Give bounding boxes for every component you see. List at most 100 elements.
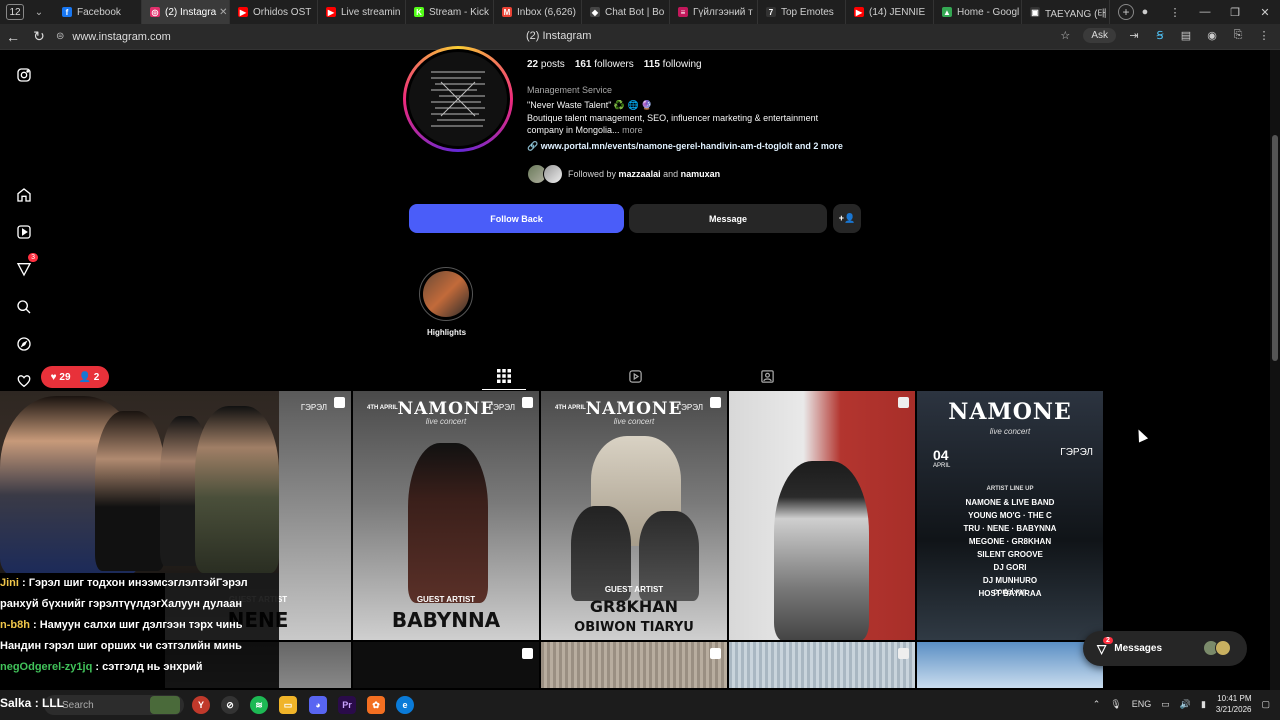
file-explorer-icon[interactable]: ▭ <box>279 696 297 714</box>
bookmark-icon[interactable]: ☆ <box>1057 27 1073 43</box>
search-icon[interactable] <box>14 297 34 317</box>
tab-reels-icon[interactable] <box>625 366 645 386</box>
highlight-item[interactable] <box>419 267 473 321</box>
reel-icon <box>898 397 909 408</box>
tab-tagged-icon[interactable] <box>757 366 777 386</box>
lineup-item: DJ GORI <box>993 563 1027 572</box>
page-scrollbar[interactable] <box>1270 50 1280 690</box>
tab-label: Home - Googl <box>957 6 1020 18</box>
media-icon[interactable]: ◉ <box>1204 27 1220 43</box>
home-icon[interactable] <box>14 185 34 205</box>
messages-badge: 2 <box>1103 637 1113 644</box>
premiere-icon[interactable]: Pr <box>338 696 356 714</box>
reels-icon[interactable] <box>14 222 34 242</box>
app-icon[interactable]: ⊘ <box>221 696 239 714</box>
tab-posts-grid-icon[interactable] <box>494 366 514 386</box>
browser-tab[interactable]: ▶ (14) JENNIE <box>846 0 934 24</box>
spotify-icon[interactable]: ≋ <box>250 696 268 714</box>
profile-icon[interactable]: ● <box>1130 6 1160 18</box>
yandex-icon[interactable]: Y <box>192 696 210 714</box>
share-icon[interactable]: ⎘ <box>1230 27 1246 43</box>
address-bar: ← ↻ ⊜ www.instagram.com (2) Instagram ☆ … <box>0 24 1280 50</box>
close-tab-icon[interactable]: ✕ <box>216 7 227 18</box>
suggested-users-button[interactable]: +👤 <box>833 204 861 233</box>
post-tile[interactable]: NAMONE live concert 04 APRIL ГЭРЭЛ ARTIS… <box>917 391 1103 640</box>
chat-message: Нандин гэрэл шиг орших чи сэтгэлийн минь <box>0 640 242 652</box>
minimize-icon[interactable]: — <box>1190 6 1220 18</box>
wallet-icon[interactable]: ▤ <box>1178 27 1194 43</box>
message-button[interactable]: Message <box>629 204 827 233</box>
browser-tab[interactable]: ≡ Гүйлгээний т <box>670 0 758 24</box>
active-tab-indicator <box>482 389 526 390</box>
language-indicator[interactable]: ENG <box>1132 699 1152 709</box>
heart-icon[interactable] <box>14 371 34 391</box>
direct-icon[interactable]: 3 <box>14 253 38 279</box>
browser-tab[interactable]: K Stream - Kick <box>406 0 494 24</box>
sidebar-toggle-icon[interactable]: ⇥ <box>1126 27 1142 43</box>
following-stat[interactable]: 115 following <box>644 59 702 70</box>
followers-stat[interactable]: 161 followers <box>575 59 634 70</box>
webcam-overlay <box>0 391 279 573</box>
add-person-icon: +👤 <box>838 213 856 223</box>
tab-favicon-icon: 7 <box>766 7 776 17</box>
reload-icon[interactable]: ↻ <box>26 28 52 45</box>
system-tray: ⌃ 🎙 ENG ▭ 🔊 ▮ 10:41 PM 3/21/2026 ▢ <box>1093 693 1270 715</box>
bio-more-link[interactable]: more <box>622 125 643 135</box>
post-tile[interactable] <box>729 642 915 688</box>
tray-chevron-icon[interactable]: ⌃ <box>1093 699 1101 710</box>
tab-count-badge[interactable]: 12 <box>6 4 24 20</box>
browser-tab[interactable]: 7 Top Emotes <box>758 0 846 24</box>
browser-tab[interactable]: ◎ (2) Instagra ✕ <box>142 0 230 24</box>
browser-tab[interactable]: ▶ Orhidos OST <box>230 0 318 24</box>
post-tile[interactable]: 4TH APRIL NAMONE live concert ГЭРЭЛ GUES… <box>353 391 539 640</box>
tab-label: Facebook <box>77 6 121 18</box>
fl-studio-icon[interactable]: ✿ <box>367 696 385 714</box>
post-tile[interactable]: 4TH APRIL NAMONE live concert ГЭРЭЛ GUES… <box>541 391 727 640</box>
ask-button[interactable]: Ask <box>1083 27 1116 43</box>
discord-icon[interactable]: ◕ <box>309 696 327 714</box>
restore-icon[interactable]: ❐ <box>1220 6 1250 19</box>
browser-tab[interactable]: M Inbox (6,626) <box>494 0 582 24</box>
browser-tab[interactable]: ▶ Live streamin <box>318 0 406 24</box>
bio-tagline: "Never Waste Talent" ♻️ 🌐 🔮 <box>527 100 653 110</box>
notifications-icon[interactable]: ▢ <box>1261 699 1270 710</box>
tab-label: Live streamin <box>341 6 401 18</box>
menu-icon[interactable]: ⋮ <box>1256 27 1272 43</box>
volume-icon[interactable]: 🔊 <box>1180 699 1191 710</box>
scrollbar-thumb[interactable] <box>1272 135 1278 361</box>
extension-alert-icon[interactable]: ⋮ <box>1160 6 1190 19</box>
chat-message: ранхуй бүхнийг гэрэлтүүлдэгХалуун дулаан <box>0 598 242 610</box>
post-tile[interactable] <box>729 391 915 640</box>
widget-icon[interactable] <box>150 696 180 714</box>
browser-tab[interactable]: ▲ Home - Googl <box>934 0 1022 24</box>
explore-icon[interactable] <box>14 334 34 354</box>
mic-icon[interactable]: 🎙 <box>1110 699 1121 710</box>
browser-tab[interactable]: ▣ TAEYANG (태 <box>1022 0 1110 24</box>
display-icon[interactable]: ▭ <box>1161 699 1170 710</box>
post-tile[interactable] <box>353 642 539 688</box>
post-brand: ГЭРЭЛ <box>676 403 703 412</box>
profile-avatar[interactable] <box>403 46 513 152</box>
ask-label: Ask <box>1091 29 1108 41</box>
post-tile[interactable] <box>917 642 1103 688</box>
translate-icon[interactable]: Ꞩ <box>1152 27 1168 43</box>
profile-link[interactable]: 🔗 www.portal.mn/events/namone-gerel-hand… <box>527 141 843 152</box>
browser-tab[interactable]: f Facebook <box>54 0 142 24</box>
post-tile[interactable] <box>541 642 727 688</box>
reel-icon <box>710 397 721 408</box>
instagram-logo-icon[interactable] <box>14 65 34 85</box>
follow-back-button[interactable]: Follow Back <box>409 204 624 233</box>
post-brand: ГЭРЭЛ <box>300 403 327 412</box>
close-window-icon[interactable]: ✕ <box>1250 6 1280 19</box>
browser-tab[interactable]: ◆ Chat Bot | Bo <box>582 0 670 24</box>
edge-icon[interactable]: e <box>396 696 414 714</box>
battery-icon[interactable]: ▮ <box>1201 699 1206 710</box>
reel-icon <box>898 648 909 659</box>
followed-by[interactable]: Followed by mazzaalai and namuxan <box>527 164 720 184</box>
back-icon[interactable]: ← <box>0 29 26 45</box>
system-clock[interactable]: 10:41 PM 3/21/2026 <box>1216 693 1252 715</box>
site-info-icon[interactable]: ⊜ <box>56 31 64 42</box>
tab-list-icon[interactable]: ⌄ <box>30 7 48 18</box>
url-field[interactable]: www.instagram.com <box>72 31 170 43</box>
messages-button[interactable]: ▽ 2 Messages <box>1083 631 1247 666</box>
